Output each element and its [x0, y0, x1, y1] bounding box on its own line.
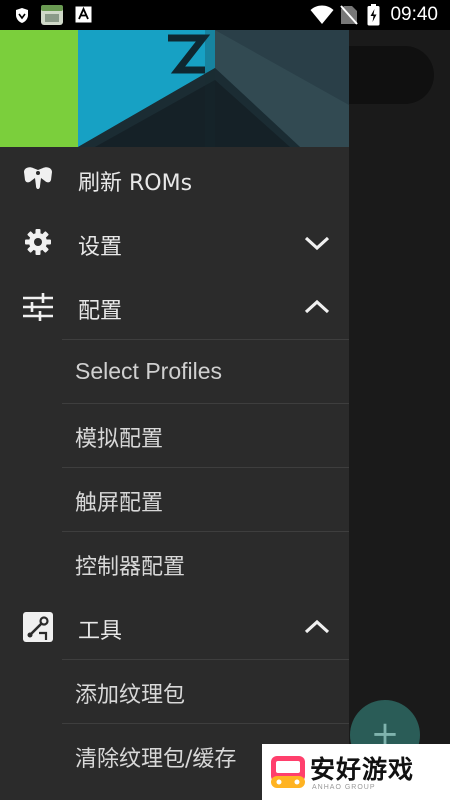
- shield-icon: [16, 8, 28, 23]
- watermark: 安好游戏 ANHAO GROUP: [262, 744, 450, 800]
- touchscreen-config-label: 触屏配置: [75, 491, 164, 516]
- drawer-header-image: [0, 30, 349, 147]
- divider: [62, 339, 349, 340]
- divider: [62, 659, 349, 660]
- clock: 09:40: [390, 4, 438, 25]
- app-icon: [41, 5, 63, 25]
- controller-config-item[interactable]: 控制器配置: [0, 531, 349, 595]
- navigation-drawer: 刷新 ROMs 设置 配置 Select Profiles 模拟配置 触屏配置 …: [0, 30, 349, 800]
- touchscreen-config-item[interactable]: 触屏配置: [0, 467, 349, 531]
- divider: [62, 723, 349, 724]
- divider: [62, 403, 349, 404]
- status-bar: 09:40: [0, 0, 450, 30]
- gamepad-logo-icon: [271, 756, 305, 788]
- tools-item[interactable]: 工具: [0, 595, 349, 659]
- config-item[interactable]: 配置: [0, 275, 349, 339]
- emulation-config-item[interactable]: 模拟配置: [0, 403, 349, 467]
- gamepad-icon: [24, 167, 52, 189]
- watermark-subtext: ANHAO GROUP: [312, 784, 376, 791]
- tools-label: 工具: [78, 619, 123, 644]
- refresh-roms-item[interactable]: 刷新 ROMs: [0, 147, 349, 211]
- refresh-roms-label: 刷新 ROMs: [78, 171, 193, 196]
- no-sim-icon: [340, 5, 358, 25]
- config-label: 配置: [78, 299, 123, 324]
- settings-label: 设置: [78, 235, 123, 260]
- drawer-menu: 刷新 ROMs 设置 配置 Select Profiles 模拟配置 触屏配置 …: [0, 147, 349, 787]
- chevron-down-icon[interactable]: [303, 233, 331, 253]
- divider: [62, 467, 349, 468]
- emulation-config-label: 模拟配置: [75, 427, 164, 452]
- font-icon: [75, 6, 92, 23]
- add-texture-pack-label: 添加纹理包: [75, 683, 186, 708]
- gear-icon: [25, 229, 51, 255]
- controller-config-label: 控制器配置: [75, 555, 186, 580]
- settings-item[interactable]: 设置: [0, 211, 349, 275]
- select-profiles-label: Select Profiles: [75, 358, 223, 384]
- wifi-icon: [310, 5, 334, 24]
- clear-texture-cache-label: 清除纹理包/缓存: [75, 747, 237, 772]
- watermark-text: 安好游戏: [310, 755, 415, 784]
- chevron-up-icon[interactable]: [303, 617, 331, 637]
- battery-charging-icon: [367, 4, 380, 26]
- tools-icon: [23, 612, 53, 642]
- select-profiles-item[interactable]: Select Profiles: [0, 339, 349, 403]
- chevron-up-icon[interactable]: [303, 297, 331, 317]
- add-texture-pack-item[interactable]: 添加纹理包: [0, 659, 349, 723]
- divider: [62, 531, 349, 532]
- sliders-icon: [23, 293, 53, 321]
